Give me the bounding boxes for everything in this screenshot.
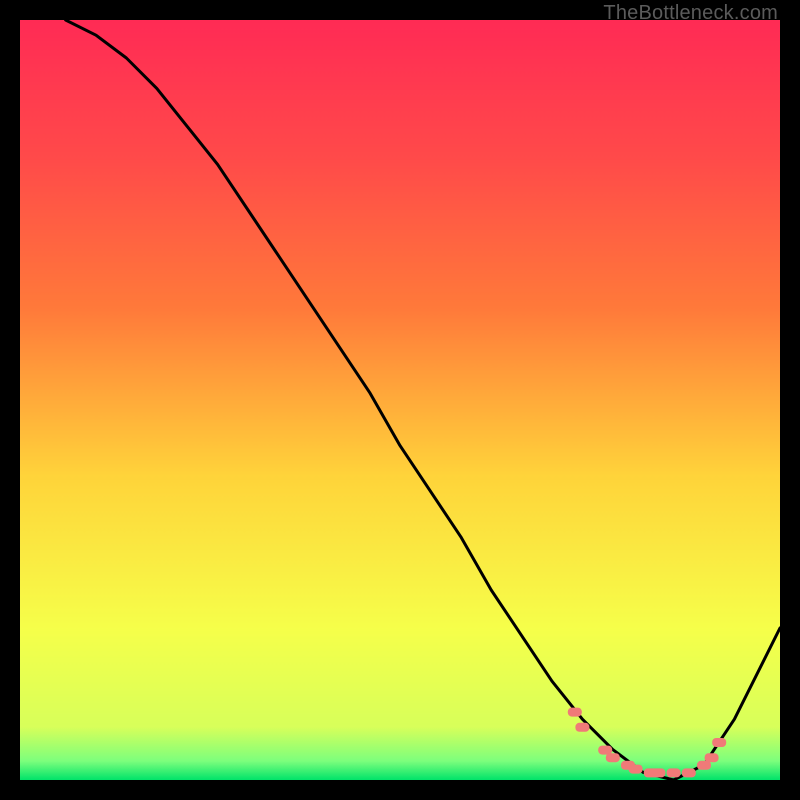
chart-frame bbox=[20, 20, 780, 780]
gradient-background bbox=[20, 20, 780, 780]
